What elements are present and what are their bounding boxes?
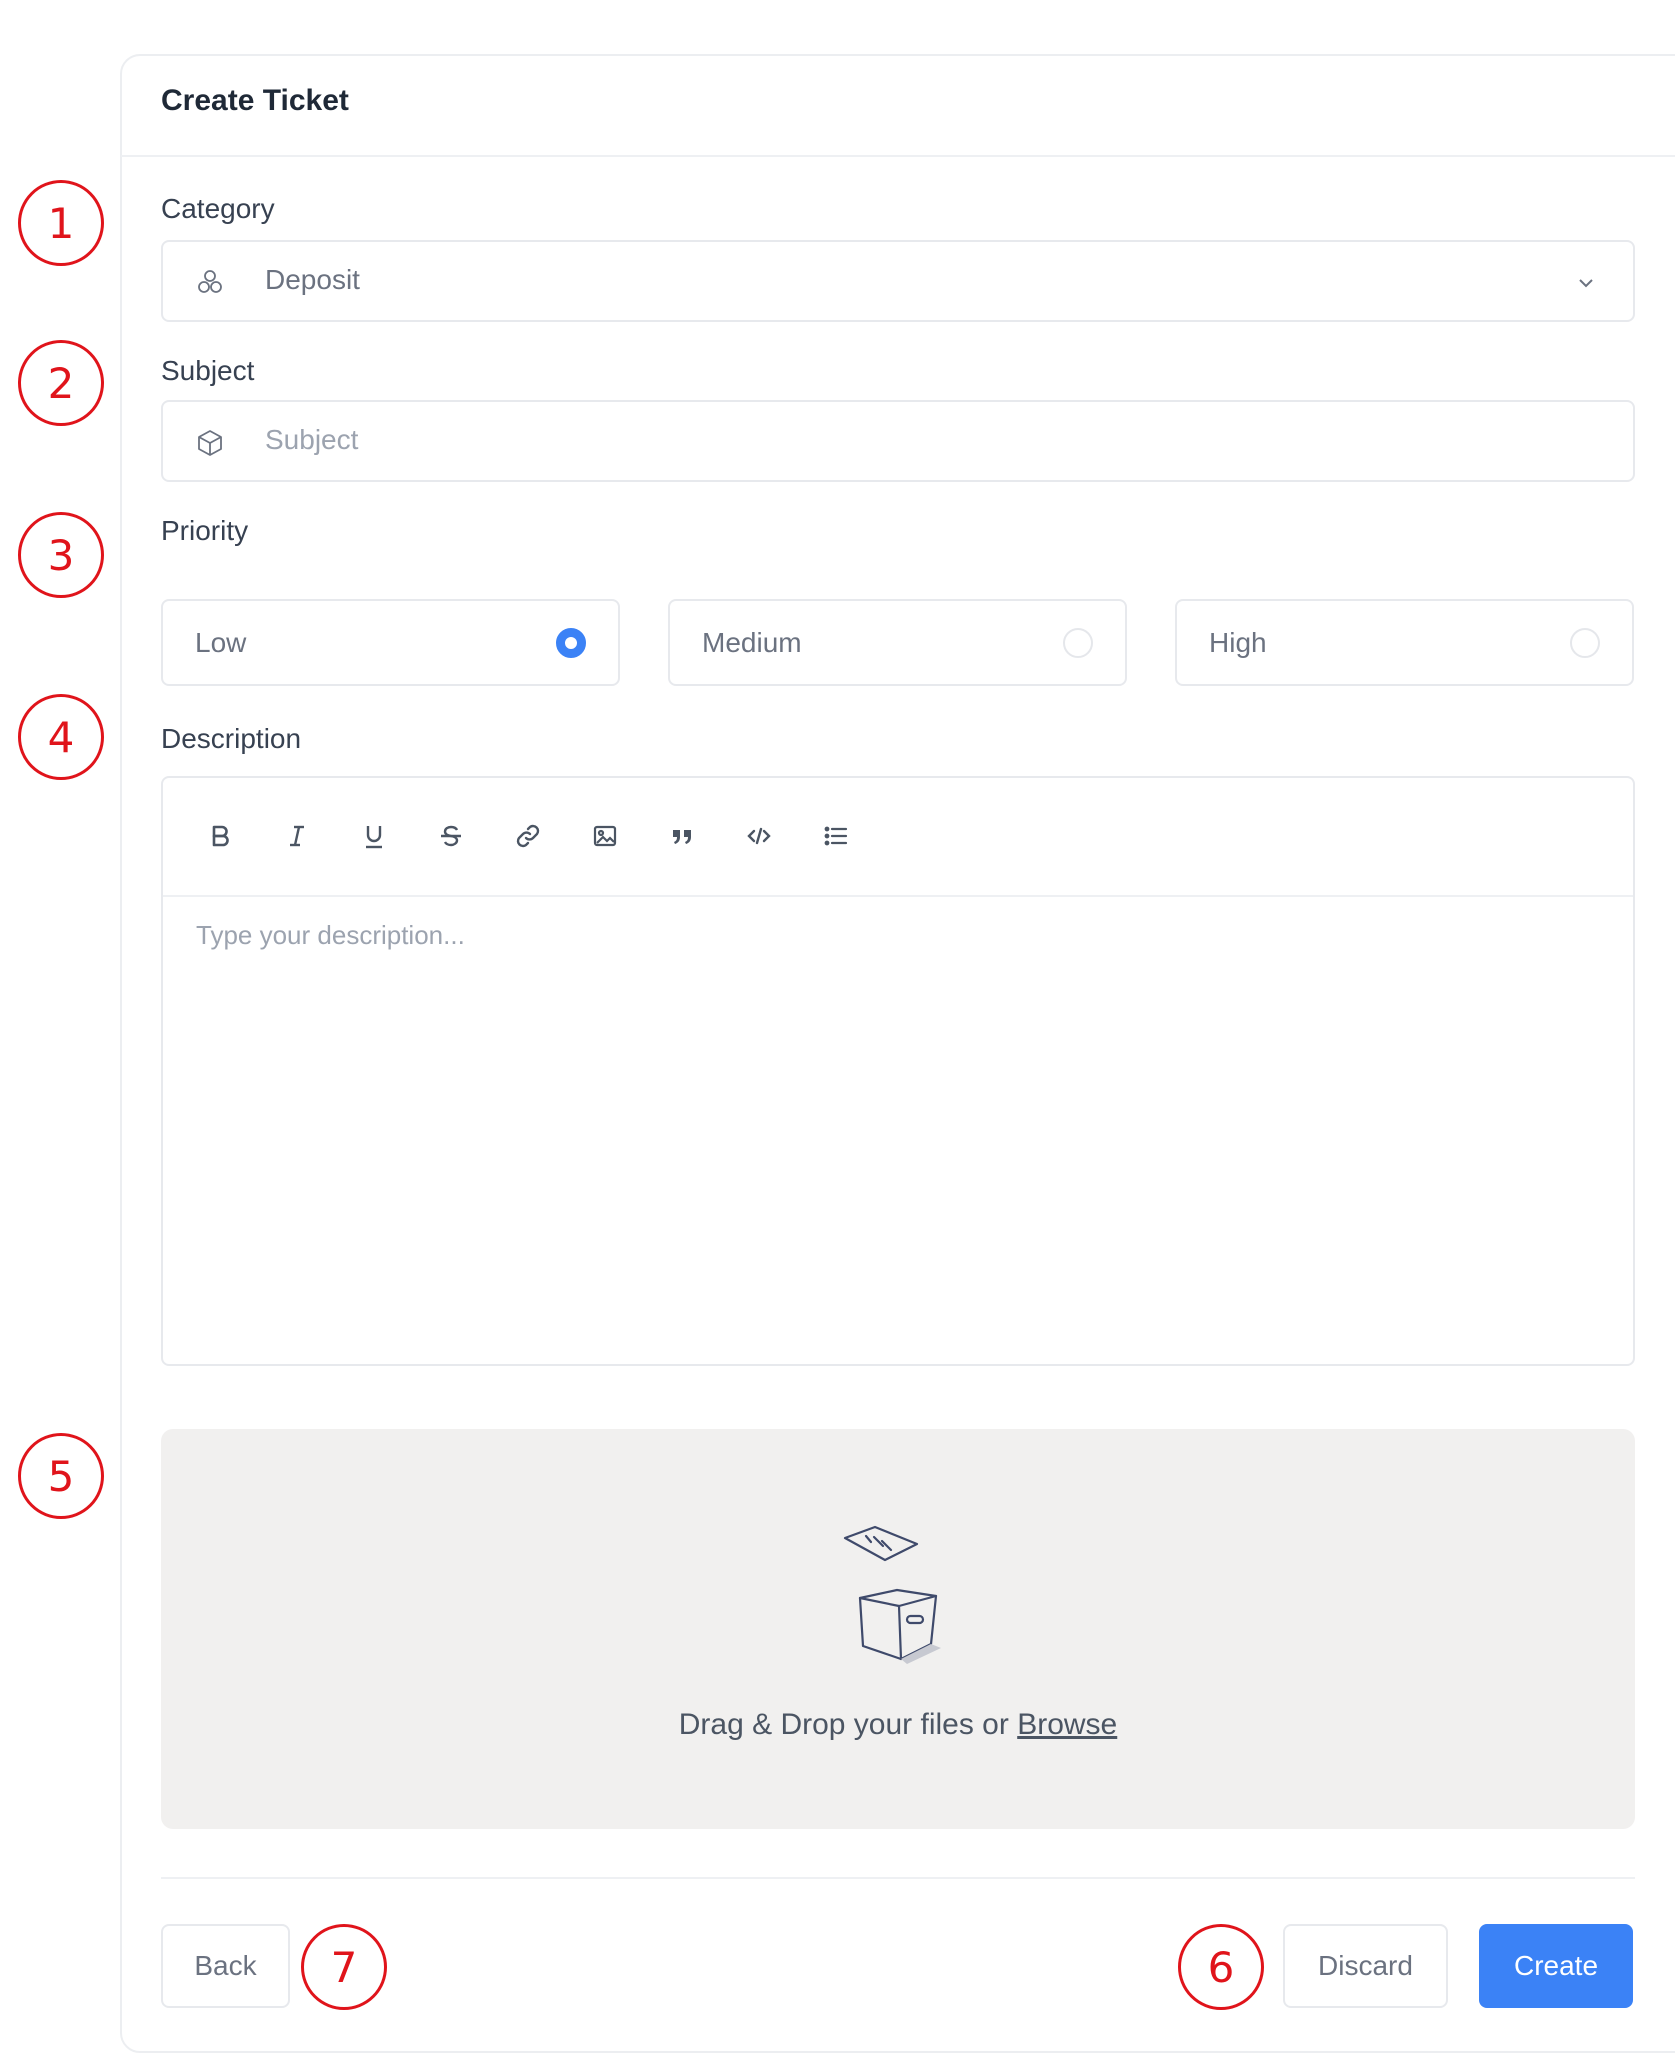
priority-option-label: Medium <box>702 627 802 658</box>
browse-link[interactable]: Browse <box>1017 1708 1117 1741</box>
back-button[interactable]: Back <box>161 1924 290 2008</box>
subject-label: Subject <box>161 355 255 386</box>
cubes-icon <box>198 270 222 293</box>
annotation-marker-3: 3 <box>18 512 104 598</box>
image-icon[interactable] <box>587 818 623 854</box>
category-value: Deposit <box>265 264 360 295</box>
description-label: Description <box>161 723 302 754</box>
priority-label: Priority <box>161 515 249 546</box>
header-divider <box>121 155 1675 157</box>
category-select[interactable]: Deposit <box>161 240 1635 322</box>
description-editor[interactable]: Type your description... <box>161 776 1635 1366</box>
box-icon <box>198 430 222 456</box>
category-label: Category <box>161 193 275 224</box>
subject-input[interactable]: Subject <box>161 400 1635 482</box>
footer-divider <box>161 1877 1635 1879</box>
editor-toolbar <box>163 778 1633 897</box>
chevron-down-icon <box>1579 279 1593 288</box>
quote-icon[interactable] <box>664 818 700 854</box>
radio-unselected[interactable] <box>1570 628 1600 658</box>
annotation-marker-6: 6 <box>1178 1924 1264 2010</box>
create-button[interactable]: Create <box>1479 1924 1633 2008</box>
strikethrough-icon[interactable] <box>433 818 469 854</box>
annotation-marker-4: 4 <box>18 694 104 780</box>
annotation-marker-7: 7 <box>301 1924 387 2010</box>
annotation-marker-5: 5 <box>18 1433 104 1519</box>
bulleted-list-icon[interactable] <box>818 818 854 854</box>
subject-placeholder: Subject <box>265 424 359 455</box>
description-placeholder: Type your description... <box>196 920 465 950</box>
radio-selected[interactable] <box>556 628 586 658</box>
file-dropzone[interactable]: Drag & Drop your files or Browse <box>161 1429 1635 1829</box>
underline-icon[interactable] <box>356 818 392 854</box>
annotation-marker-2: 2 <box>18 340 104 426</box>
page-title: Create Ticket <box>161 84 349 117</box>
dropzone-text: Drag & Drop your files or Browse <box>161 1708 1635 1742</box>
link-icon[interactable] <box>510 818 546 854</box>
italic-icon[interactable] <box>279 818 315 854</box>
priority-option-low[interactable]: Low <box>161 599 620 686</box>
annotation-marker-1: 1 <box>18 180 104 266</box>
radio-unselected[interactable] <box>1063 628 1093 658</box>
dropzone-instructions: Drag & Drop your files or <box>678 1708 1009 1741</box>
priority-option-medium[interactable]: Medium <box>668 599 1127 686</box>
priority-option-label: Low <box>195 627 247 658</box>
discard-button[interactable]: Discard <box>1283 1924 1448 2008</box>
priority-option-label: High <box>1209 627 1267 658</box>
upload-box-icon <box>843 1525 941 1664</box>
bold-icon[interactable] <box>202 818 238 854</box>
priority-option-high[interactable]: High <box>1175 599 1634 686</box>
code-icon[interactable] <box>741 818 777 854</box>
